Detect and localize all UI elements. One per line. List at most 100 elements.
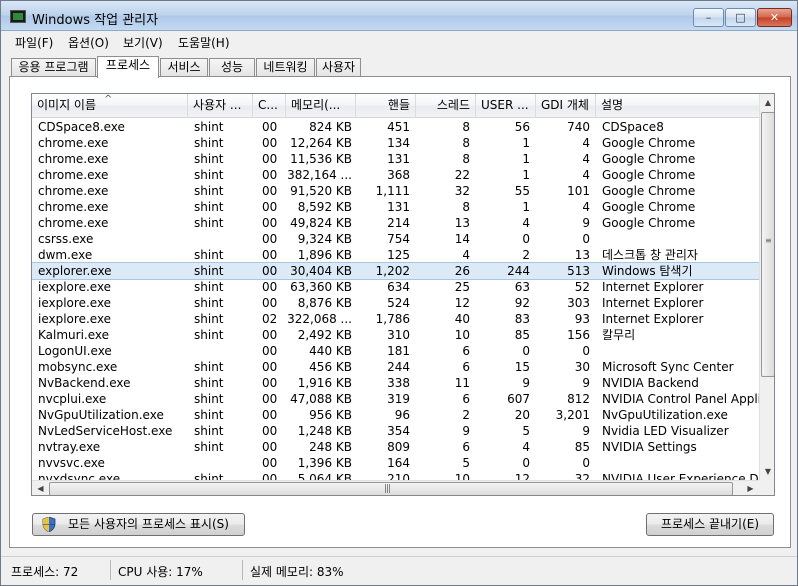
cell-image-name: chrome.exe xyxy=(38,200,109,214)
cell-cpu: 00 xyxy=(262,456,278,470)
column-threads[interactable]: 스레드 xyxy=(416,94,476,118)
scroll-up-arrow-icon[interactable]: ▲ xyxy=(760,94,774,111)
cell-gdi-objects: 85 xyxy=(574,440,590,454)
process-row[interactable]: chrome.exe shint 00 91,520 KB 1,111 32 55 101 Go… xyxy=(32,183,759,199)
cell-cpu: 00 xyxy=(262,264,278,278)
cell-user-objects: 5 xyxy=(522,424,530,438)
cell-cpu: 00 xyxy=(262,136,278,150)
process-row[interactable]: chrome.exe shint 00 11,536 KB 131 8 1 4 Google C… xyxy=(32,151,759,167)
cell-threads: 6 xyxy=(462,360,470,374)
cell-description: NVIDIA Backend xyxy=(602,376,699,390)
process-row[interactable]: NvBackend.exe shint 00 1,916 KB 338 11 9 9 NVIDI… xyxy=(32,375,759,391)
column-image-name[interactable]: 이미지 이름 ^ xyxy=(32,94,188,118)
process-row[interactable]: dwm.exe shint 00 1,896 KB 125 4 2 13 데스크톱 창 관리자 xyxy=(32,247,759,263)
cell-cpu: 02 xyxy=(262,312,278,326)
cell-user-objects: 20 xyxy=(514,408,530,422)
process-row[interactable]: iexplore.exe shint 00 8,876 KB 524 12 92 303 Int… xyxy=(32,295,759,311)
tab-services[interactable]: 서비스 xyxy=(160,58,208,77)
cell-user-objects: 1 xyxy=(522,152,530,166)
cell-memory: 49,824 KB xyxy=(290,216,352,230)
process-row[interactable]: nvvsvc.exe 00 1,396 KB 164 5 0 0 xyxy=(32,455,759,471)
process-row[interactable]: chrome.exe shint 00 382,164 ... 368 22 1 4 Googl… xyxy=(32,167,759,183)
title-bar[interactable]: Windows 작업 관리자 – □ ✕ xyxy=(1,1,797,31)
column-user-name[interactable]: 사용자 ... xyxy=(188,94,253,118)
close-button[interactable]: ✕ xyxy=(757,8,792,27)
process-row[interactable]: NvLedServiceHost.exe shint 00 1,248 KB 354 9 5… xyxy=(32,423,759,439)
cell-image-name: csrss.exe xyxy=(38,232,94,246)
cell-gdi-objects: 9 xyxy=(582,376,590,390)
minimize-button[interactable]: – xyxy=(693,8,724,27)
process-row[interactable]: chrome.exe shint 00 12,264 KB 134 8 1 4 Google C… xyxy=(32,135,759,151)
cell-user-objects: 1 xyxy=(522,200,530,214)
cell-memory: 1,896 KB xyxy=(297,248,352,262)
maximize-button[interactable]: □ xyxy=(725,8,756,27)
process-row[interactable]: Kalmuri.exe shint 00 2,492 KB 310 10 85 156 칼무리 xyxy=(32,327,759,343)
cell-handles: 125 xyxy=(387,248,410,262)
cell-handles: 634 xyxy=(387,280,410,294)
status-process-count: 프로세스: 72 xyxy=(11,565,79,579)
cell-cpu: 00 xyxy=(262,424,278,438)
cell-description: Internet Explorer xyxy=(602,296,704,310)
cell-user-name: shint xyxy=(194,168,224,182)
cell-user-name xyxy=(194,231,250,247)
column-handles[interactable]: 핸들 xyxy=(356,94,416,118)
process-row[interactable]: LogonUI.exe 00 440 KB 181 6 0 0 xyxy=(32,343,759,359)
menu-file[interactable]: 파일(F) xyxy=(15,34,53,51)
cell-threads: 32 xyxy=(454,184,470,198)
process-row[interactable]: NvGpuUtilization.exe shint 00 956 KB 96 2 20 3,… xyxy=(32,407,759,423)
menu-view[interactable]: 보기(V) xyxy=(123,34,163,51)
cell-threads: 9 xyxy=(462,424,470,438)
cell-image-name: dwm.exe xyxy=(38,248,93,262)
process-row[interactable]: CDSpace8.exe shint 00 824 KB 451 8 56 740 CDSpac… xyxy=(32,119,759,135)
process-rows: CDSpace8.exe shint 00 824 KB 451 8 56 740 CDSpac… xyxy=(32,119,760,487)
cell-description: Google Chrome xyxy=(602,200,696,214)
column-description[interactable]: 설명 xyxy=(596,94,759,118)
column-gdi-objects[interactable]: GDI 개체 xyxy=(536,94,596,118)
cell-handles: 164 xyxy=(387,456,410,470)
process-row[interactable]: mobsync.exe shint 00 456 KB 244 6 15 30 Microsof… xyxy=(32,359,759,375)
cell-user-objects: 4 xyxy=(522,216,530,230)
cell-user-name: shint xyxy=(194,280,224,294)
tab-networking[interactable]: 네트워킹 xyxy=(256,58,315,77)
cell-description: NVIDIA Control Panel Applic xyxy=(602,392,759,406)
process-row[interactable]: iexplore.exe shint 02 322,068 ... 1,786 40 83 9… xyxy=(32,311,759,327)
tab-performance[interactable]: 성능 xyxy=(209,58,255,77)
process-row[interactable]: chrome.exe shint 00 49,824 KB 214 13 4 9 Google … xyxy=(32,215,759,231)
cell-memory: 1,248 KB xyxy=(297,424,352,438)
grip-icon: ≡ xyxy=(765,236,772,245)
scroll-right-arrow-icon[interactable]: ▶ xyxy=(742,481,759,495)
cell-memory: 456 KB xyxy=(309,360,352,374)
cell-user-objects: 92 xyxy=(514,296,530,310)
cell-handles: 338 xyxy=(387,376,410,390)
show-all-users-processes-button[interactable]: 모든 사용자의 프로세스 표시(S) xyxy=(32,513,245,536)
cell-description: Google Chrome xyxy=(602,216,696,230)
cell-threads: 6 xyxy=(462,440,470,454)
tab-users[interactable]: 사용자 xyxy=(316,58,361,77)
cell-cpu: 00 xyxy=(262,376,278,390)
vertical-scrollbar[interactable]: ▲ ≡ ▼ xyxy=(759,94,774,480)
menu-options[interactable]: 옵션(O) xyxy=(68,34,109,51)
tab-processes[interactable]: 프로세스 xyxy=(97,56,159,78)
process-row[interactable]: iexplore.exe shint 00 63,360 KB 634 25 63 52 Int… xyxy=(32,279,759,295)
cell-memory: 440 KB xyxy=(309,344,352,358)
process-list[interactable]: 이미지 이름 ^ 사용자 ... C... 메모리(... 핸들 스레드 USE… xyxy=(31,93,775,496)
vertical-scroll-thumb[interactable]: ≡ xyxy=(761,112,774,377)
scroll-down-arrow-icon[interactable]: ▼ xyxy=(760,463,774,480)
tab-applications[interactable]: 응용 프로그램 xyxy=(11,58,96,77)
end-process-button[interactable]: 프로세스 끝내기(E) xyxy=(646,513,774,536)
cell-gdi-objects: 9 xyxy=(582,424,590,438)
process-row[interactable]: explorer.exe shint 00 30,404 KB 1,202 26 244 51… xyxy=(32,262,760,280)
menu-help[interactable]: 도움말(H) xyxy=(178,34,230,51)
process-row[interactable]: nvcplui.exe shint 00 47,088 KB 319 6 607 812 NVI… xyxy=(32,391,759,407)
column-user-objects[interactable]: USER ... xyxy=(476,94,536,118)
process-row[interactable]: nvtray.exe shint 00 248 KB 809 6 4 85 NVIDIA Set… xyxy=(32,439,759,455)
process-row[interactable]: chrome.exe shint 00 8,592 KB 131 8 1 4 Google Ch… xyxy=(32,199,759,215)
column-cpu[interactable]: C... xyxy=(253,94,286,118)
process-row[interactable]: csrss.exe 00 9,324 KB 754 14 0 0 xyxy=(32,231,759,247)
cell-threads: 4 xyxy=(462,248,470,262)
horizontal-scrollbar[interactable]: ◀ ||| ▶ xyxy=(32,480,759,495)
horizontal-scroll-thumb[interactable]: ||| xyxy=(49,482,733,495)
column-memory[interactable]: 메모리(... xyxy=(286,94,356,118)
scroll-left-arrow-icon[interactable]: ◀ xyxy=(32,481,49,495)
tab-strip: 응용 프로그램 프로세스 서비스 성능 네트워킹 사용자 xyxy=(1,56,797,78)
